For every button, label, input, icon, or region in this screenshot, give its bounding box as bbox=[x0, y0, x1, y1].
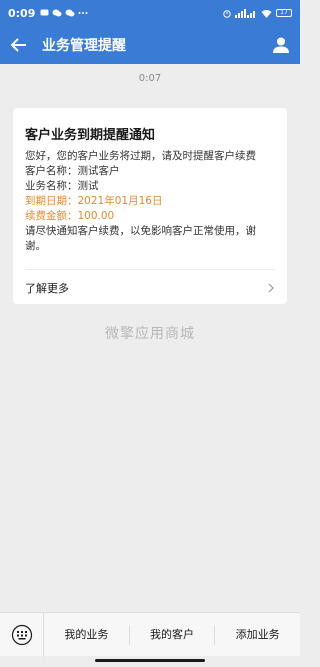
wifi-icon bbox=[261, 9, 272, 18]
chevron-right-icon bbox=[268, 283, 274, 293]
card-divider bbox=[25, 269, 275, 270]
signal-icon bbox=[235, 8, 255, 18]
due-date: 到期日期：2021年01月16日 bbox=[25, 195, 163, 207]
wechat-icon bbox=[65, 9, 75, 17]
more-dots-icon bbox=[78, 12, 88, 14]
card-note: 请尽快通知客户续费，以免影响客户正常使用，谢谢。 bbox=[25, 225, 256, 252]
home-indicator[interactable] bbox=[95, 659, 205, 662]
card-title: 客户业务到期提醒通知 bbox=[25, 128, 156, 143]
status-bar: 0:09 17 bbox=[0, 0, 300, 26]
alarm-icon bbox=[223, 9, 231, 18]
renewal-amount: 续费金额：100.00 bbox=[25, 210, 115, 222]
customer-name: 客户名称：测试客户 bbox=[25, 165, 120, 177]
user-profile-icon[interactable] bbox=[272, 36, 290, 54]
menu-my-customers[interactable]: 我的客户 bbox=[130, 613, 215, 657]
message-timestamp: 0:07 bbox=[138, 73, 162, 84]
message-icon bbox=[40, 9, 49, 16]
wechat-icon bbox=[52, 9, 62, 17]
page-title: 业务管理提醒 bbox=[42, 38, 126, 54]
bottom-menu-bar: 我的业务 我的客户 添加业务 bbox=[0, 612, 300, 657]
menu-add-business[interactable]: 添加业务 bbox=[215, 613, 300, 657]
business-name: 业务名称：测试 bbox=[25, 180, 99, 192]
learn-more-label: 了解更多 bbox=[25, 282, 69, 295]
back-arrow-icon[interactable] bbox=[10, 36, 28, 54]
notification-icons bbox=[40, 9, 88, 17]
menu-my-business[interactable]: 我的业务 bbox=[44, 613, 129, 657]
watermark-text: 微擎应用商城 bbox=[105, 326, 195, 342]
notification-card[interactable]: 客户业务到期提醒通知 您好，您的客户业务将过期，请及时提醒客户续费 客户名称：测… bbox=[13, 108, 287, 304]
status-time: 0:09 bbox=[8, 6, 36, 20]
learn-more-link[interactable]: 了解更多 bbox=[13, 278, 287, 298]
keyboard-toggle-button[interactable] bbox=[0, 612, 44, 657]
battery-icon: 17 bbox=[276, 9, 292, 17]
card-intro: 您好，您的客户业务将过期，请及时提醒客户续费 bbox=[25, 150, 256, 162]
nav-bar: 业务管理提醒 bbox=[0, 26, 300, 64]
keyboard-icon bbox=[11, 624, 32, 645]
